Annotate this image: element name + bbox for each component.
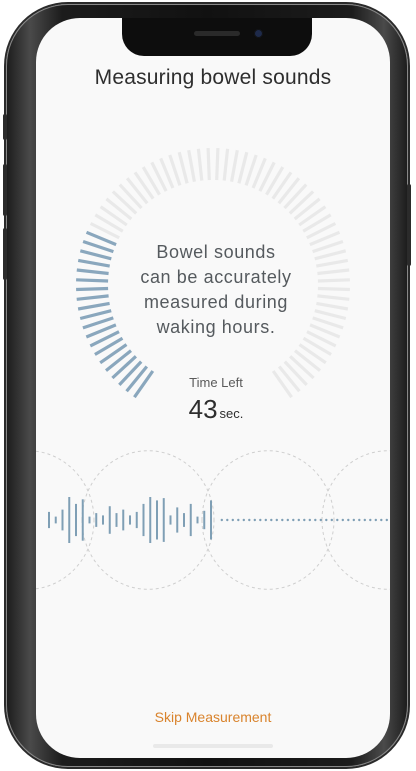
waveform-pending-dot [270, 518, 273, 522]
waveform-guide-arc [36, 450, 95, 521]
waveform-pending-dot [259, 518, 262, 522]
waveform-pending-dot [374, 518, 377, 522]
waveform-pending-dot [352, 518, 355, 522]
waveform-pending-dot [363, 518, 366, 522]
waveform-pending-dot [308, 518, 311, 522]
waveform-pending-dot [380, 518, 383, 522]
waveform-guide-arc [81, 519, 215, 590]
waveform-guide-arc [321, 519, 390, 590]
waveform-guide-arc [321, 450, 390, 521]
phone-side-button [3, 114, 7, 140]
waveform-guide-arc [36, 519, 95, 590]
phone-volume-up-button [3, 164, 7, 216]
waveform-pending-dot [281, 518, 284, 522]
waveform-pending-dot [297, 518, 300, 522]
waveform-guide-arc [201, 450, 335, 521]
waveform-pending-dot [220, 518, 223, 522]
waveform-pending-dot [226, 518, 229, 522]
waveform-pending-dot [303, 518, 306, 522]
phone-power-button [407, 184, 411, 266]
waveform-pending-dot [292, 518, 295, 522]
waveform-pending-dot [369, 518, 372, 522]
waveform-pending-dot [336, 518, 339, 522]
waveform-pending-dot [237, 518, 240, 522]
waveform-pending-dot [248, 518, 251, 522]
waveform-pending-dot [385, 518, 388, 522]
waveform-pending-dot [231, 518, 234, 522]
waveform-pending-dot [242, 518, 245, 522]
sound-waveform [36, 450, 390, 590]
waveform-guide-arc [81, 450, 215, 521]
home-indicator [153, 744, 273, 748]
app-screen: Measuring bowel sounds Bowel sounds can … [36, 18, 390, 758]
skip-measurement-button[interactable]: Skip Measurement [36, 709, 390, 725]
waveform-pending-dot [347, 518, 350, 522]
phone-frame: Measuring bowel sounds Bowel sounds can … [3, 4, 411, 767]
waveform-pending-dot [253, 518, 256, 522]
waveform-pending-dot [314, 518, 317, 522]
waveform-pending-dot [330, 518, 333, 522]
waveform-pending-dot [286, 518, 289, 522]
waveform-pending-dot [358, 518, 361, 522]
waveform-pending-dot [319, 518, 322, 522]
waveform-pending-dot [341, 518, 344, 522]
waveform-pending-dot [275, 518, 278, 522]
phone-volume-down-button [3, 228, 7, 280]
waveform-pending-dot [325, 518, 328, 522]
waveform-guide-arc [201, 519, 335, 590]
waveform-pending-dot [264, 518, 267, 522]
